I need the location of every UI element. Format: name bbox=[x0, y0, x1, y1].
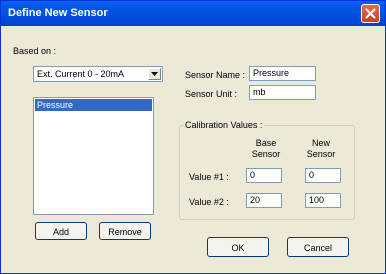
new-header-line1: New bbox=[311, 138, 330, 148]
close-button[interactable] bbox=[361, 4, 380, 23]
new-header-line2: Sensor bbox=[306, 149, 336, 159]
value2-label: Value #2 : bbox=[189, 197, 229, 207]
ok-button[interactable]: OK bbox=[207, 237, 269, 257]
base-header-line1: Base bbox=[255, 138, 277, 148]
value1-new-input[interactable]: 0 bbox=[305, 168, 341, 183]
add-button[interactable]: Add bbox=[35, 222, 87, 240]
value1-base-input[interactable]: 0 bbox=[246, 168, 282, 183]
chevron-down-icon bbox=[151, 72, 158, 76]
sensor-name-input[interactable]: Pressure bbox=[249, 66, 316, 81]
sensor-unit-label: Sensor Unit : bbox=[185, 89, 238, 99]
base-header-line2: Sensor bbox=[251, 149, 281, 159]
remove-button[interactable]: Remove bbox=[99, 222, 151, 240]
value1-label: Value #1 : bbox=[189, 172, 229, 182]
close-icon bbox=[365, 8, 376, 19]
sensor-unit-input[interactable]: mb bbox=[249, 85, 316, 100]
sensor-name-label: Sensor Name : bbox=[185, 70, 246, 80]
value2-new-input[interactable]: 100 bbox=[305, 193, 341, 208]
calibration-caption: Calibration Values : bbox=[183, 120, 265, 130]
value2-base-input[interactable]: 20 bbox=[246, 193, 282, 208]
sensor-list-item[interactable]: Pressure bbox=[35, 99, 152, 111]
based-on-dropdown[interactable]: Ext. Current 0 - 20mA bbox=[33, 66, 163, 82]
dialog-window: Define New Sensor Based on : Ext. Curren… bbox=[0, 0, 386, 274]
based-on-label: Based on : bbox=[13, 46, 57, 56]
title-bar[interactable]: Define New Sensor bbox=[1, 1, 385, 26]
dropdown-button[interactable] bbox=[148, 68, 161, 80]
based-on-selected: Ext. Current 0 - 20mA bbox=[37, 69, 125, 79]
sensor-listbox[interactable]: Pressure bbox=[33, 97, 154, 215]
cancel-button[interactable]: Cancel bbox=[287, 237, 349, 257]
window-title: Define New Sensor bbox=[8, 7, 108, 19]
